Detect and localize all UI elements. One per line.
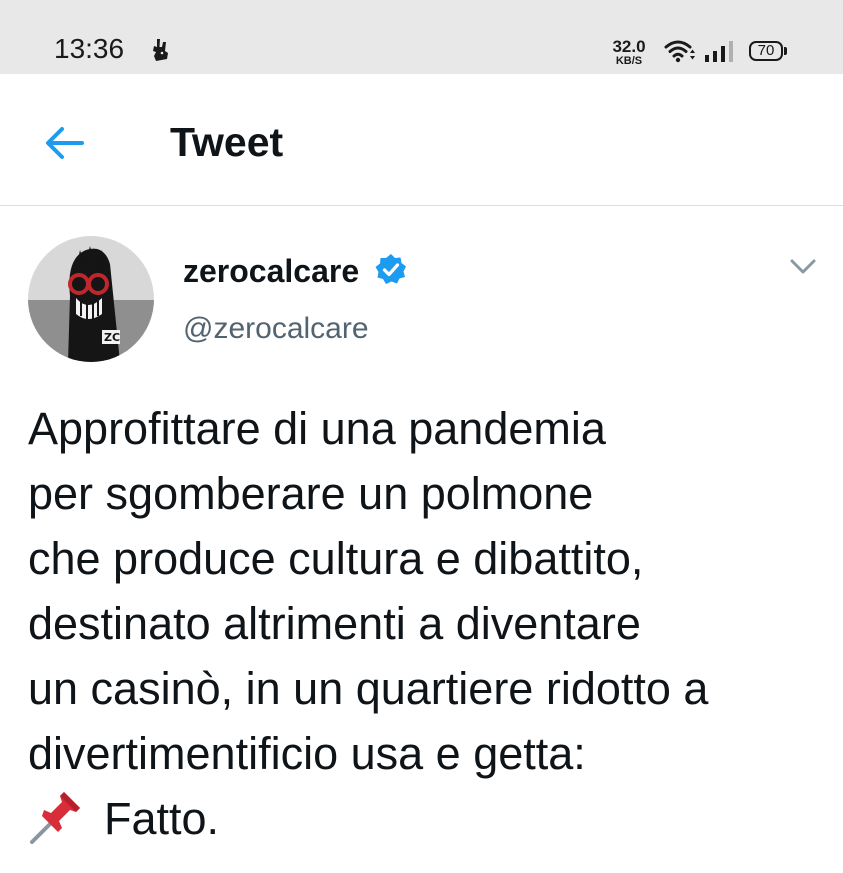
tweet-text-line: che produce cultura e dibattito, (28, 533, 644, 584)
author-handle[interactable]: @zerocalcare (183, 312, 369, 346)
network-speed: 32.0 KB/S (606, 38, 652, 67)
verified-badge-icon (374, 253, 408, 292)
page-title: Tweet (170, 119, 284, 165)
tweet-text: Approfittare di una pandemia per sgomber… (28, 396, 828, 861)
avatar[interactable]: ZC (28, 236, 154, 362)
pushpin-icon (28, 788, 86, 861)
tweet-text-line: un casinò, in un quartiere ridotto a (28, 663, 709, 714)
tweet-text-last-line: Fatto. (28, 786, 828, 861)
tweet-text-line: per sgomberare un polmone (28, 468, 594, 519)
tweet-text-fatto: Fatto. (104, 793, 220, 844)
chevron-down-icon (790, 259, 816, 274)
cell-signal-icon (704, 40, 738, 67)
deliveroo-kangaroo-icon (151, 38, 171, 67)
network-speed-unit: KB/S (615, 55, 643, 67)
battery-tip (784, 47, 787, 55)
author-display-name[interactable]: zerocalcare (183, 253, 359, 289)
tweet-text-line: divertimentificio usa e getta: (28, 728, 586, 779)
avatar-badge: ZC (104, 331, 120, 344)
battery-indicator: 70 (749, 41, 783, 61)
status-bar: 13:36 32.0 KB/S 70 (0, 0, 843, 74)
tweet-header: Tweet (0, 74, 843, 206)
tweet-text-line: Approfittare di una pandemia (28, 403, 606, 454)
network-speed-value: 32.0 (612, 37, 646, 56)
back-button[interactable] (34, 116, 94, 168)
tweet-text-line: destinato altrimenti a diventare (28, 598, 641, 649)
tweet-options-button[interactable] (780, 250, 826, 288)
status-clock: 13:36 (54, 33, 125, 64)
arrow-left-icon (46, 127, 84, 159)
wifi-icon (664, 38, 696, 69)
